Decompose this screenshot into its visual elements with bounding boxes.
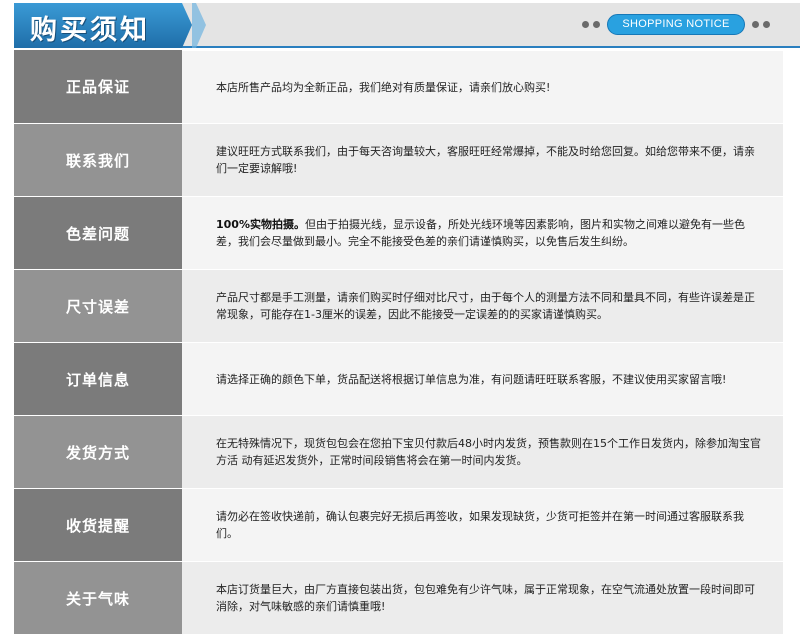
dot-icon	[582, 20, 589, 28]
row-label: 色差问题	[14, 196, 182, 269]
row-text-content: 在无特殊情况下，现货包包会在您拍下宝贝付款后48小时内发货，预售款则在15个工作…	[216, 437, 761, 467]
page-title: 购买须知	[30, 15, 150, 46]
row-label: 正品保证	[14, 50, 182, 123]
row-label: 收货提醒	[14, 488, 182, 561]
row-text: 在无特殊情况下，现货包包会在您拍下宝贝付款后48小时内发货，预售款则在15个工作…	[182, 415, 783, 488]
row-label: 发货方式	[14, 415, 182, 488]
notice-row: 正品保证 本店所售产品均为全新正品，我们绝对有质量保证，请亲们放心购买!	[14, 50, 783, 123]
row-text-content: 建议旺旺方式联系我们，由于每天咨询量较大，客服旺旺经常爆掉，不能及时给您回复。如…	[216, 145, 755, 175]
row-text-content: 产品尺寸都是手工测量，请亲们购买时仔细对比尺寸，由于每个人的测量方法不同和量具不…	[216, 291, 755, 321]
row-text: 建议旺旺方式联系我们，由于每天咨询量较大，客服旺旺经常爆掉，不能及时给您回复。如…	[182, 123, 783, 196]
row-text: 请勿必在签收快递前，确认包裹完好无损后再签收，如果发现缺货，少货可拒签并在第一时…	[182, 488, 783, 561]
notice-row: 联系我们 建议旺旺方式联系我们，由于每天咨询量较大，客服旺旺经常爆掉，不能及时给…	[14, 123, 783, 196]
row-text: 请选择正确的颜色下单，货品配送将根据订单信息为准，有问题请旺旺联系客服，不建议使…	[182, 342, 783, 415]
row-label: 订单信息	[14, 342, 182, 415]
row-text-content: 本店订货量巨大，由厂方直接包装出货，包包难免有少许气味，属于正常现象，在空气流通…	[216, 583, 755, 613]
row-text-content: 本店所售产品均为全新正品，我们绝对有质量保证，请亲们放心购买!	[216, 80, 551, 94]
row-label: 联系我们	[14, 123, 182, 196]
row-label: 关于气味	[14, 561, 182, 634]
row-text: 本店所售产品均为全新正品，我们绝对有质量保证，请亲们放心购买!	[182, 50, 783, 123]
notice-row: 订单信息 请选择正确的颜色下单，货品配送将根据订单信息为准，有问题请旺旺联系客服…	[14, 342, 783, 415]
dot-icon	[752, 20, 759, 28]
dot-icon	[593, 20, 600, 28]
notice-row: 尺寸误差 产品尺寸都是手工测量，请亲们购买时仔细对比尺寸，由于每个人的测量方法不…	[14, 269, 783, 342]
row-text: 产品尺寸都是手工测量，请亲们购买时仔细对比尺寸，由于每个人的测量方法不同和量具不…	[182, 269, 783, 342]
row-text-content: 请勿必在签收快递前，确认包裹完好无损后再签收，如果发现缺货，少货可拒签并在第一时…	[216, 510, 744, 540]
row-label: 尺寸误差	[14, 269, 182, 342]
notice-row: 关于气味 本店订货量巨大，由厂方直接包装出货，包包难免有少许气味，属于正常现象，…	[14, 561, 783, 634]
row-lead: 100%实物拍摄。	[216, 218, 305, 231]
notice-row: 收货提醒 请勿必在签收快递前，确认包裹完好无损后再签收，如果发现缺货，少货可拒签…	[14, 488, 783, 561]
header: 购买须知 SHOPPING NOTICE	[0, 0, 800, 50]
row-text-content: 请选择正确的颜色下单，货品配送将根据订单信息为准，有问题请旺旺联系客服，不建议使…	[216, 372, 727, 386]
row-text: 本店订货量巨大，由厂方直接包装出货，包包难免有少许气味，属于正常现象，在空气流通…	[182, 561, 783, 634]
notice-row: 色差问题 100%实物拍摄。但由于拍摄光线，显示设备，所处光线环境等因素影响，图…	[14, 196, 783, 269]
dot-icon	[763, 20, 770, 28]
notice-row: 发货方式 在无特殊情况下，现货包包会在您拍下宝贝付款后48小时内发货，预售款则在…	[14, 415, 783, 488]
notice-table: 正品保证 本店所售产品均为全新正品，我们绝对有质量保证，请亲们放心购买! 联系我…	[14, 50, 783, 634]
shopping-notice-badge: SHOPPING NOTICE	[607, 13, 745, 35]
notice-group: SHOPPING NOTICE	[580, 13, 772, 35]
row-text: 100%实物拍摄。但由于拍摄光线，显示设备，所处光线环境等因素影响，图片和实物之…	[182, 196, 783, 269]
